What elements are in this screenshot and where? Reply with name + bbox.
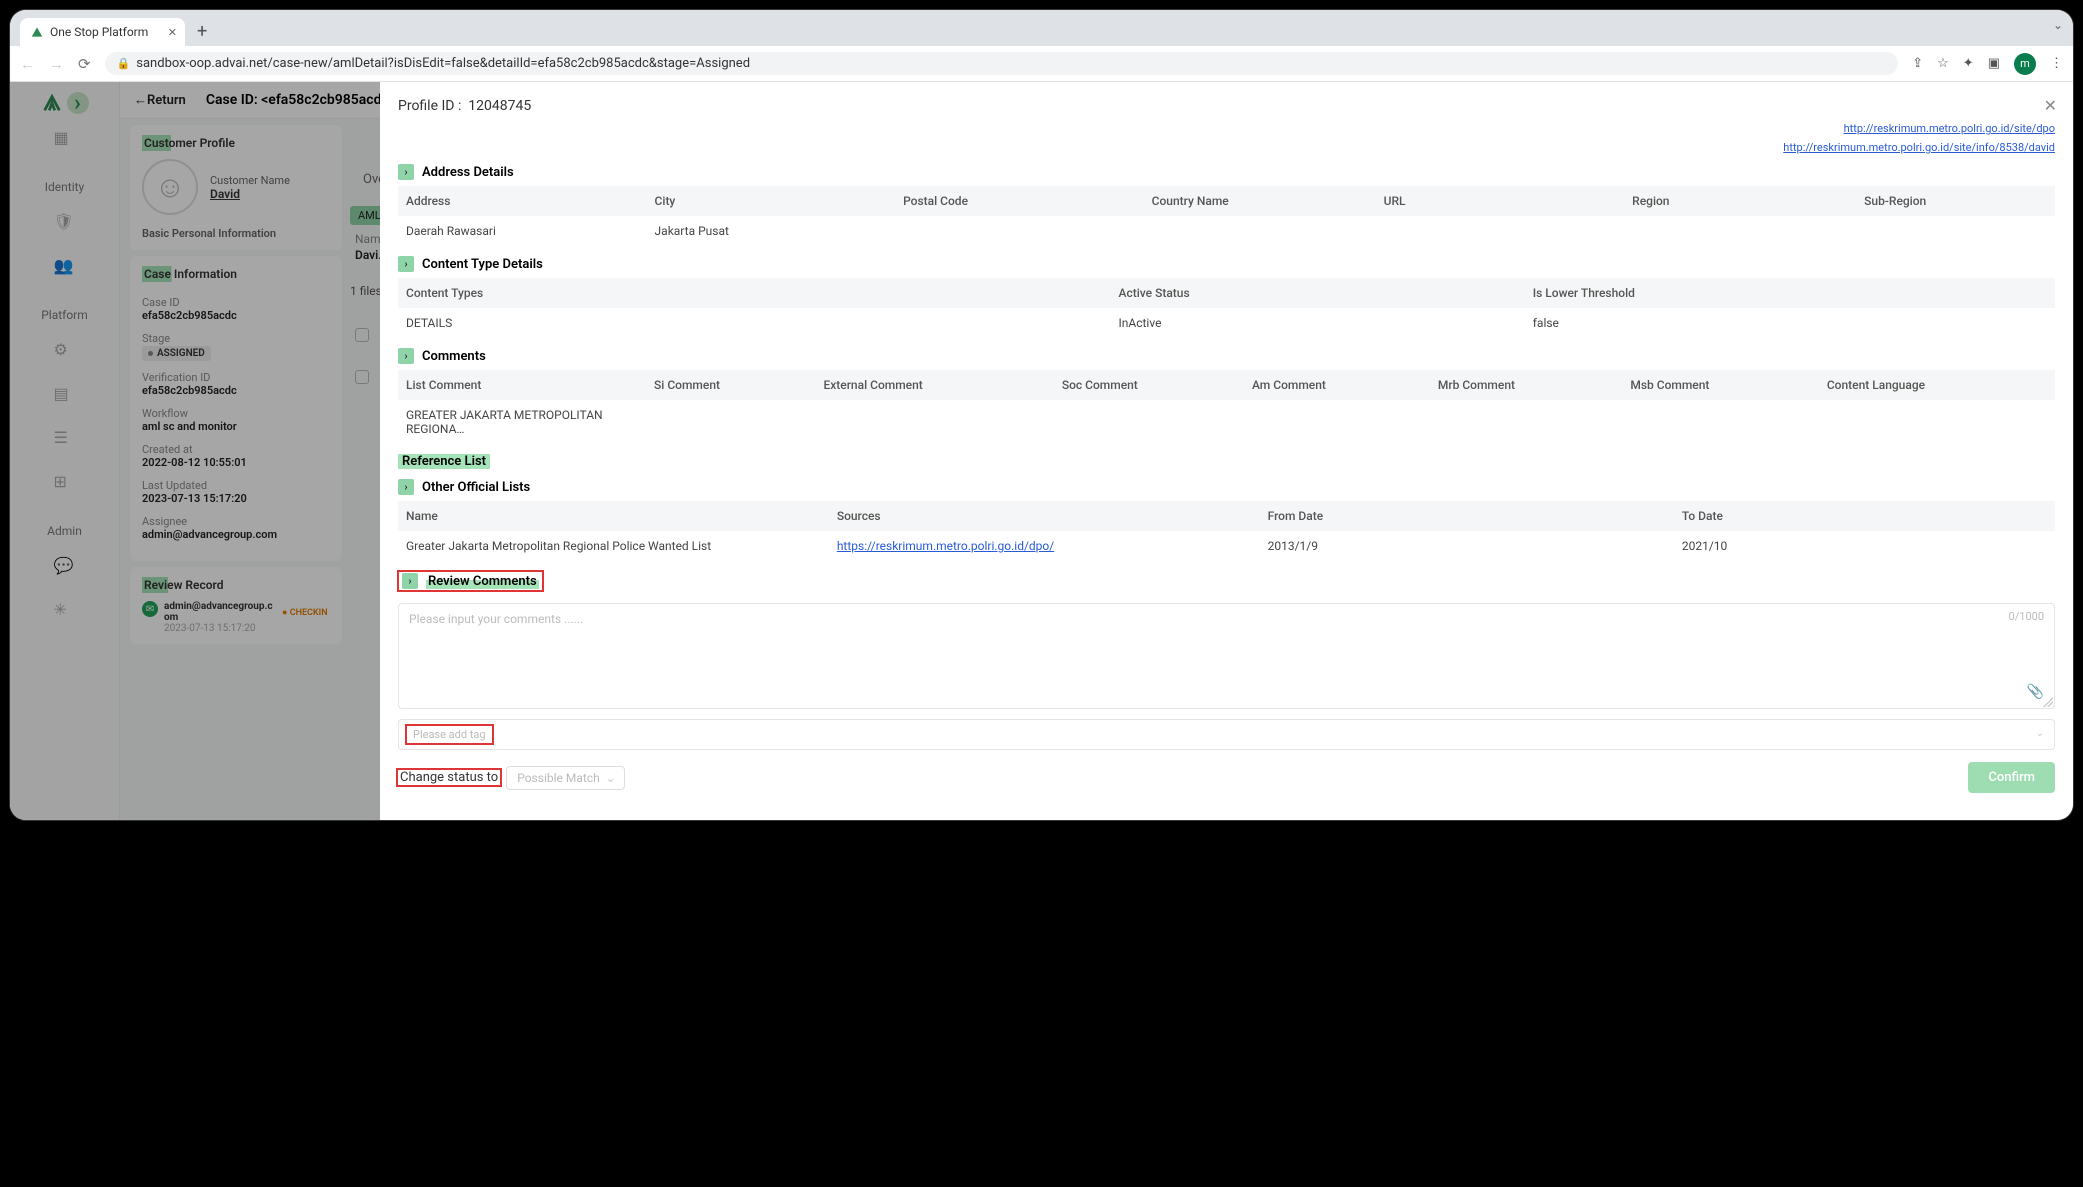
link[interactable]: https://reskrimum.metro.polri.go.id/dpo/ bbox=[837, 539, 1054, 553]
th: Am Comment bbox=[1244, 370, 1430, 400]
chevron-right-icon: › bbox=[398, 479, 414, 495]
th: Soc Comment bbox=[1054, 370, 1244, 400]
th: Country Name bbox=[1144, 186, 1376, 216]
th: Msb Comment bbox=[1622, 370, 1818, 400]
th: To Date bbox=[1674, 501, 2055, 531]
chevron-down-icon: ⌄ bbox=[2036, 728, 2044, 739]
th: Region bbox=[1624, 186, 1856, 216]
tabs-menu-icon[interactable]: ⌄ bbox=[2053, 18, 2063, 32]
menu-icon[interactable]: ⋮ bbox=[2050, 56, 2063, 71]
section-reference-list: Reference List bbox=[398, 454, 490, 469]
lock-icon: 🔒 bbox=[117, 57, 131, 70]
url-text: sandbox-oop.advai.net/case-new/amlDetail… bbox=[136, 56, 750, 71]
change-status-label: Change status to bbox=[398, 770, 500, 785]
panel-icon[interactable]: ▣ bbox=[1988, 56, 2000, 71]
th: External Comment bbox=[815, 370, 1053, 400]
forward-icon[interactable]: → bbox=[49, 55, 64, 73]
th: Sub-Region bbox=[1856, 186, 2055, 216]
th: Content Language bbox=[1819, 370, 2055, 400]
tag-input[interactable]: Please add tag ⌄ bbox=[398, 719, 2055, 750]
share-icon[interactable]: ⇪ bbox=[1912, 56, 1923, 71]
bookmark-icon[interactable]: ☆ bbox=[1937, 56, 1949, 71]
placeholder-text: Please add tag bbox=[407, 726, 492, 743]
section-address-details[interactable]: › Address Details bbox=[398, 164, 2055, 180]
content-type-table: Content Types Active Status Is Lower Thr… bbox=[398, 278, 2055, 338]
reference-links: http://reskrimum.metro.polri.go.id/site/… bbox=[398, 122, 2055, 154]
reload-icon[interactable]: ⟳ bbox=[78, 55, 91, 73]
attachment-icon[interactable]: 📎 bbox=[2027, 684, 2044, 700]
th: Si Comment bbox=[646, 370, 815, 400]
th: Sources bbox=[829, 501, 1260, 531]
browser-tab[interactable]: One Stop Platform ✕ bbox=[20, 18, 185, 46]
section-comments[interactable]: › Comments bbox=[398, 348, 2055, 364]
other-lists-table: Name Sources From Date To Date Greater J… bbox=[398, 501, 2055, 561]
link[interactable]: http://reskrimum.metro.polri.go.id/site/… bbox=[398, 122, 2055, 135]
new-tab-button[interactable]: + bbox=[185, 21, 219, 46]
url-field[interactable]: 🔒 sandbox-oop.advai.net/case-new/amlDeta… bbox=[105, 52, 1899, 75]
confirm-button[interactable]: Confirm bbox=[1968, 762, 2055, 793]
chevron-right-icon: › bbox=[398, 164, 414, 180]
th: Active Status bbox=[1111, 278, 1525, 308]
tab-title: One Stop Platform bbox=[50, 25, 148, 39]
address-table: Address City Postal Code Country Name UR… bbox=[398, 186, 2055, 246]
placeholder-text: Please input your comments ...... bbox=[409, 612, 583, 626]
th: List Comment bbox=[398, 370, 646, 400]
back-icon[interactable]: ← bbox=[20, 55, 35, 73]
th: Content Types bbox=[398, 278, 1111, 308]
section-review-comments[interactable]: › Review Comments bbox=[398, 571, 543, 591]
chevron-right-icon: › bbox=[402, 573, 418, 589]
th: Name bbox=[398, 501, 829, 531]
section-other-official-lists[interactable]: › Other Official Lists bbox=[398, 479, 2055, 495]
table-row: DETAILS InActive false bbox=[398, 308, 2055, 338]
comments-textarea[interactable]: Please input your comments ...... 0/1000… bbox=[398, 603, 2055, 709]
th: URL bbox=[1376, 186, 1625, 216]
table-row: Greater Jakarta Metropolitan Regional Po… bbox=[398, 531, 2055, 561]
th: Mrb Comment bbox=[1430, 370, 1622, 400]
table-row: GREATER JAKARTA METROPOLITAN REGIONA… bbox=[398, 400, 2055, 444]
th: Address bbox=[398, 186, 647, 216]
browser-address-bar: ← → ⟳ 🔒 sandbox-oop.advai.net/case-new/a… bbox=[10, 46, 2073, 82]
th: From Date bbox=[1260, 501, 1674, 531]
section-content-type[interactable]: › Content Type Details bbox=[398, 256, 2055, 272]
browser-tabs-strip: One Stop Platform ✕ + ⌄ bbox=[10, 10, 2073, 46]
char-counter: 0/1000 bbox=[2009, 610, 2044, 623]
chevron-right-icon: › bbox=[398, 348, 414, 364]
table-row: Daerah Rawasari Jakarta Pusat bbox=[398, 216, 2055, 246]
extensions-icon[interactable]: ✦ bbox=[1963, 56, 1974, 71]
th: Is Lower Threshold bbox=[1525, 278, 2055, 308]
close-icon[interactable]: ✕ bbox=[168, 26, 177, 39]
th: City bbox=[647, 186, 896, 216]
profile-avatar[interactable]: m bbox=[2014, 53, 2036, 75]
th: Postal Code bbox=[895, 186, 1144, 216]
chevron-right-icon: › bbox=[398, 256, 414, 272]
comments-table: List Comment Si Comment External Comment… bbox=[398, 370, 2055, 444]
close-icon[interactable]: ✕ bbox=[2044, 96, 2057, 115]
resize-handle[interactable] bbox=[2043, 697, 2053, 707]
detail-drawer: ✕ Profile ID : 12048745 http://reskrimum… bbox=[380, 82, 2073, 820]
link[interactable]: http://reskrimum.metro.polri.go.id/site/… bbox=[398, 141, 2055, 154]
profile-id: Profile ID : 12048745 bbox=[398, 98, 2055, 114]
tab-favicon bbox=[30, 25, 44, 39]
status-select[interactable]: Possible Match bbox=[506, 766, 624, 790]
